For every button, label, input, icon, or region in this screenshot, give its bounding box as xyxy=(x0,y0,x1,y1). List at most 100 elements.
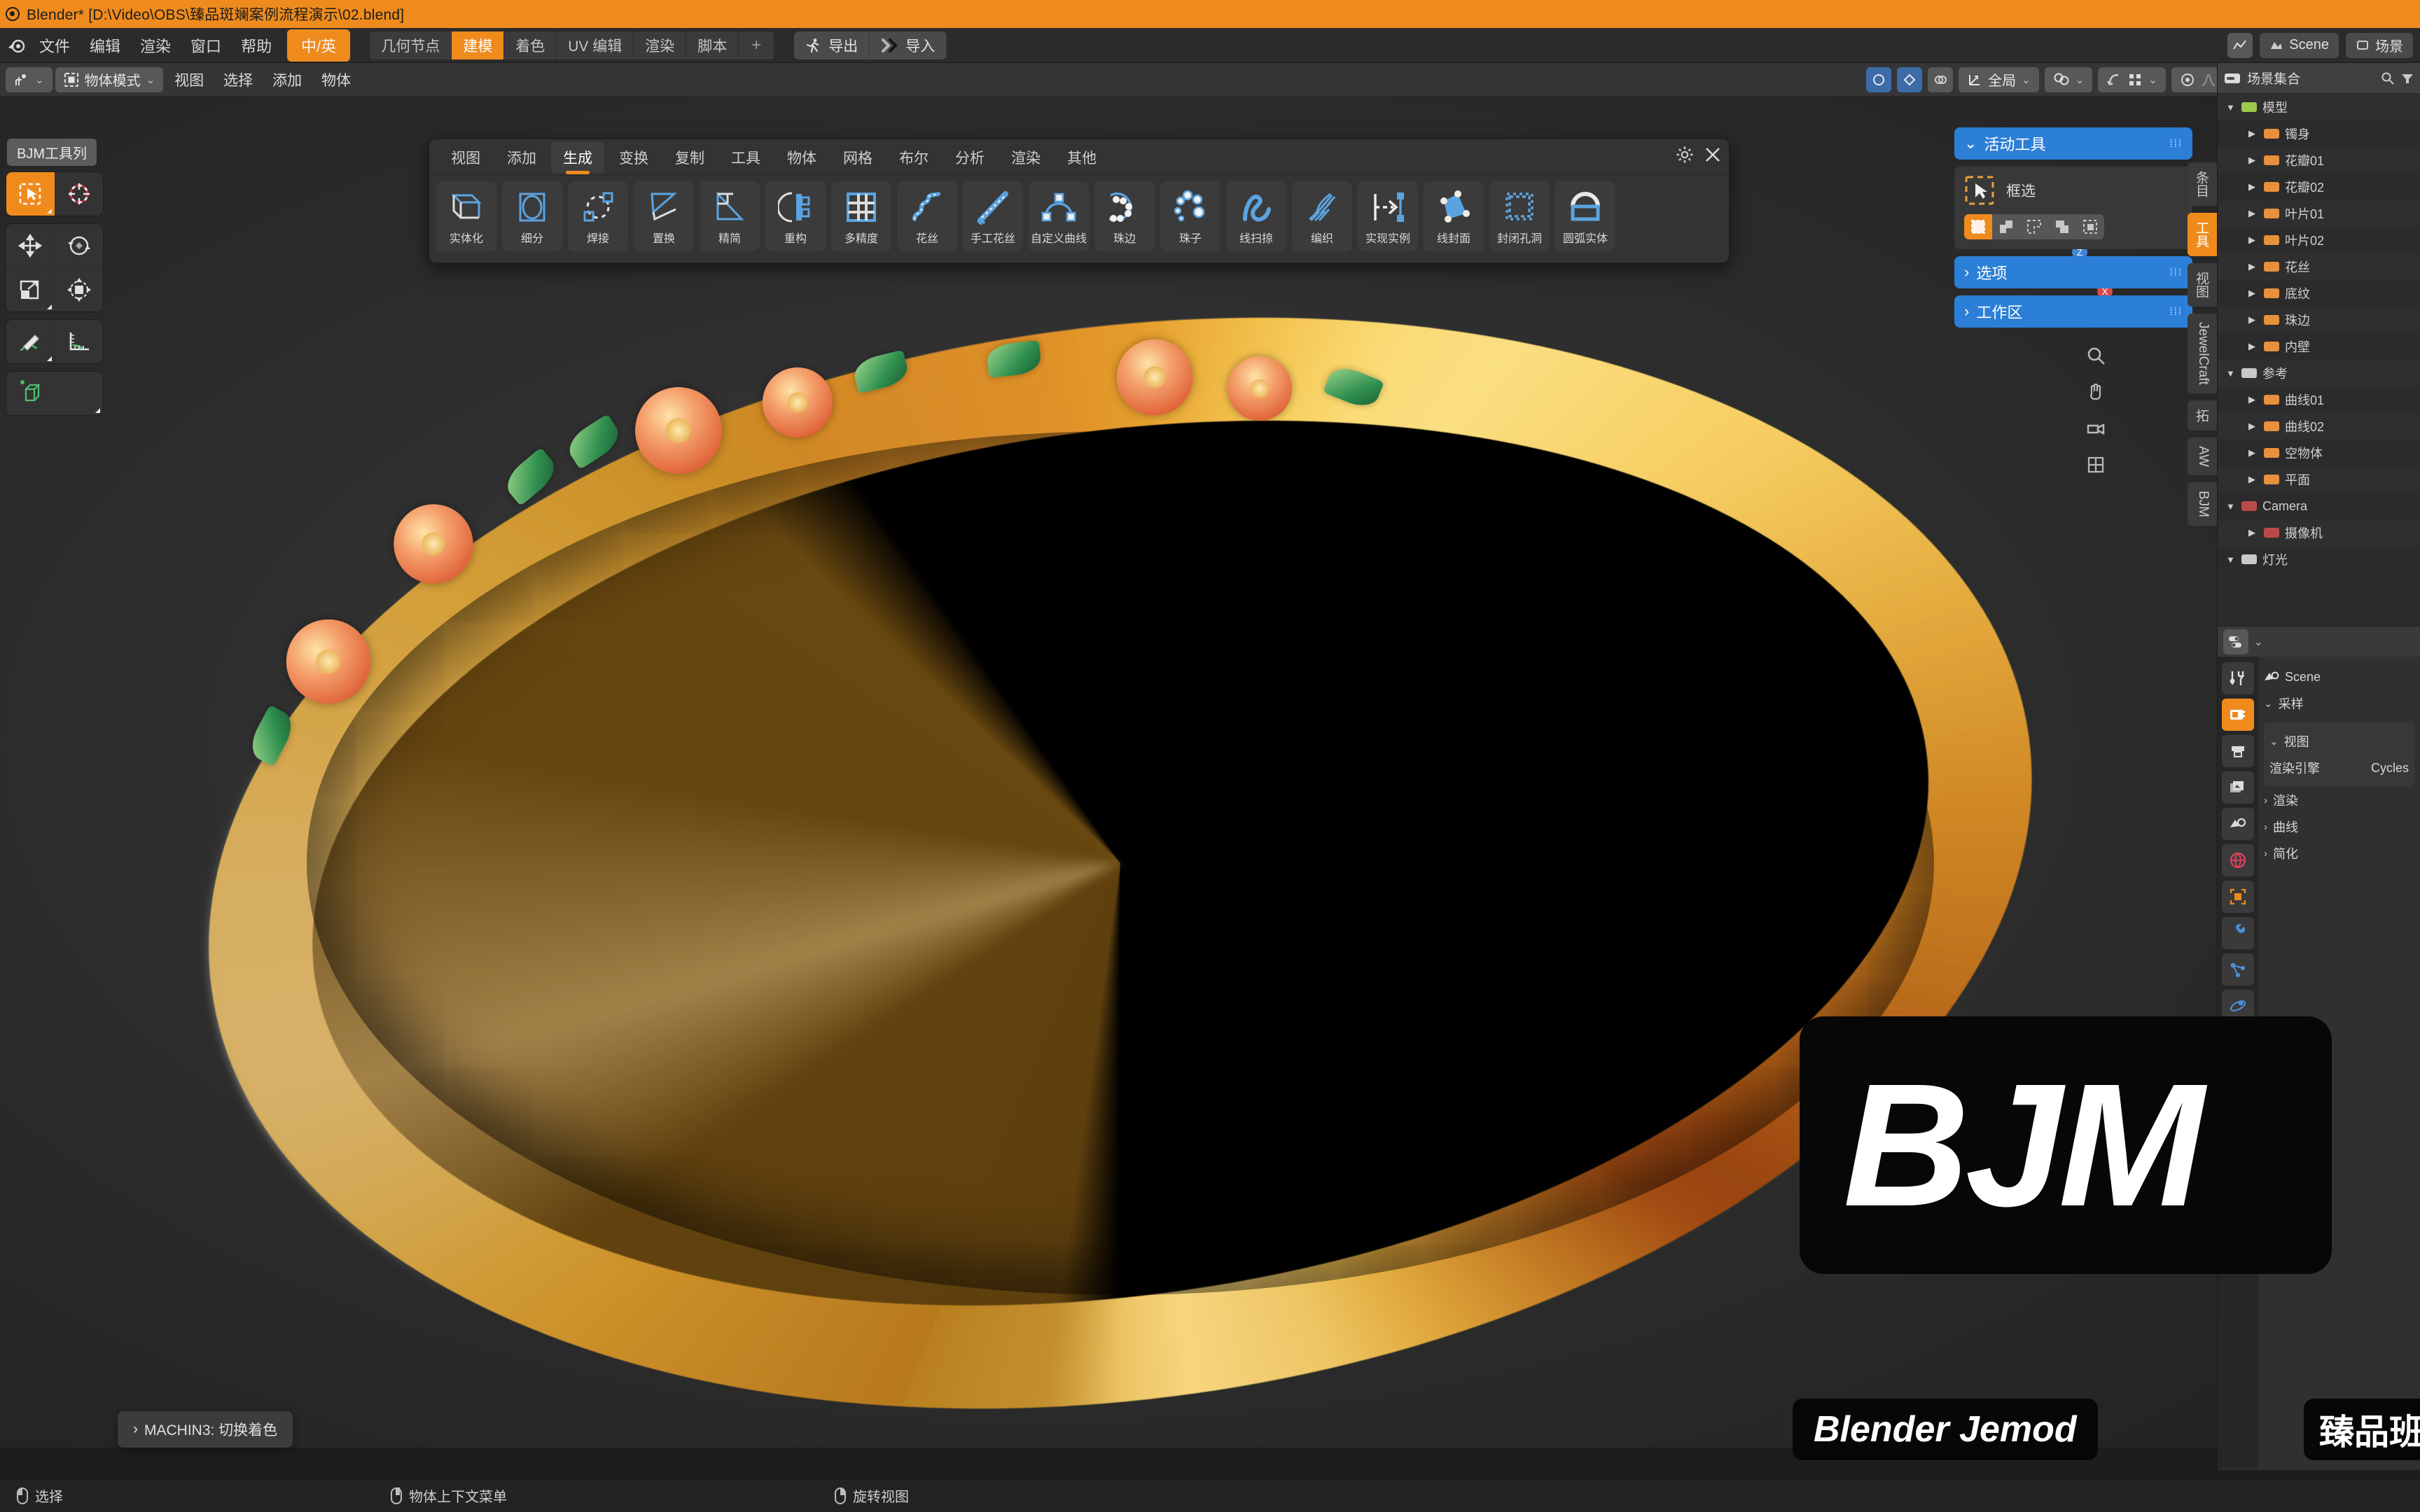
tool-select-box[interactable] xyxy=(6,172,55,216)
palette-tab-render[interactable]: 渲染 xyxy=(999,142,1052,173)
outliner-row[interactable]: ▶ 叶片02 xyxy=(2218,227,2420,253)
disclosure-triangle-icon[interactable]: ▶ xyxy=(2248,208,2258,219)
disclosure-triangle-icon[interactable]: ▶ xyxy=(2248,181,2258,192)
disclosure-triangle-icon[interactable]: ▶ xyxy=(2248,421,2258,432)
outliner-row[interactable]: ▶ 空物体 xyxy=(2218,440,2420,466)
npanel-tab-aw[interactable]: AW xyxy=(2188,437,2217,475)
palette-tab-other[interactable]: 其他 xyxy=(1055,142,1108,173)
properties-tab-viewlayer-icon[interactable] xyxy=(2222,771,2254,804)
menu-file[interactable]: 文件 xyxy=(29,30,80,61)
npanel-section-workspace[interactable]: › 工作区 ⁞⁞⁞ xyxy=(1954,295,2192,328)
operator-redo-panel[interactable]: › MACHIN3: 切换着色 xyxy=(118,1411,293,1448)
properties-engine-row[interactable]: 渲染引擎 Cycles xyxy=(2269,755,2409,781)
viewport-menu-view[interactable]: 视图 xyxy=(166,66,212,94)
pan-hand-icon[interactable] xyxy=(2085,382,2106,402)
viewport-menu-select[interactable]: 选择 xyxy=(215,66,261,94)
npanel-tab-bjm[interactable]: BJM xyxy=(2188,482,2217,526)
palette-tab-analysis[interactable]: 分析 xyxy=(943,142,996,173)
properties-tab-output-icon[interactable] xyxy=(2222,735,2254,767)
transform-orientation-selector[interactable]: 全局 ⌄ xyxy=(1959,66,2039,92)
palette-tool-arc-solid[interactable]: 圆弧实体 xyxy=(1555,181,1615,251)
outliner-row[interactable]: ▶ 珠边 xyxy=(2218,307,2420,333)
chevron-down-icon[interactable]: ⌄ xyxy=(2254,636,2263,648)
outliner-row[interactable]: ▼ 灯光 xyxy=(2218,546,2420,573)
outliner-row[interactable]: ▼ Camera xyxy=(2218,493,2420,519)
disclosure-triangle-icon[interactable]: ▶ xyxy=(2248,394,2258,405)
menu-edit[interactable]: 编辑 xyxy=(80,30,130,61)
select-invert-icon[interactable] xyxy=(2048,214,2076,239)
search-icon[interactable] xyxy=(2381,71,2395,85)
palette-tool-custom-curve[interactable]: 自定义曲线 xyxy=(1029,181,1089,251)
palette-tab-transform[interactable]: 变换 xyxy=(607,142,660,173)
language-toggle-button[interactable]: 中/英 xyxy=(287,29,351,62)
palette-tool-close-holes[interactable]: 封闭孔洞 xyxy=(1489,181,1550,251)
npanel-tab-item[interactable]: 条目 xyxy=(2188,162,2217,206)
workspace-add-button[interactable]: + xyxy=(739,31,775,59)
palette-tab-tools[interactable]: 工具 xyxy=(719,142,772,173)
outliner-row[interactable]: ▶ 内壁 xyxy=(2218,333,2420,360)
outliner-row[interactable]: ▶ 曲线01 xyxy=(2218,386,2420,413)
snap-selector[interactable]: ⌄ xyxy=(2044,66,2093,92)
chevron-right-icon[interactable]: › xyxy=(133,1421,138,1438)
properties-editor-type-icon[interactable] xyxy=(2223,629,2248,654)
properties-section-simplify[interactable]: › 简化 xyxy=(2264,840,2414,867)
disclosure-triangle-icon[interactable]: ▶ xyxy=(2248,288,2258,299)
outliner-row[interactable]: ▶ 摄像机 xyxy=(2218,519,2420,546)
tool-move[interactable] xyxy=(6,224,55,267)
outliner-row[interactable]: ▶ 叶片01 xyxy=(2218,200,2420,227)
properties-tab-render-icon[interactable] xyxy=(2222,699,2254,731)
camera-view-icon[interactable] xyxy=(2085,418,2106,439)
disclosure-triangle-icon[interactable]: ▶ xyxy=(2248,155,2258,166)
palette-tab-object[interactable]: 物体 xyxy=(775,142,828,173)
gear-icon[interactable] xyxy=(1676,146,1694,164)
palette-tool-displace[interactable]: 置换 xyxy=(634,181,694,251)
import-button[interactable]: 导入 xyxy=(870,31,947,59)
pivot-selector[interactable]: ⌄ xyxy=(2098,66,2166,92)
palette-tab-generate[interactable]: 生成 xyxy=(551,141,604,173)
palette-tool-subdivide[interactable]: 细分 xyxy=(502,181,562,251)
npanel-tab-topology[interactable]: 拓 xyxy=(2188,400,2217,430)
scene-selector[interactable]: Scene xyxy=(2260,32,2339,58)
workspace-tab-modeling[interactable]: 建模 xyxy=(452,31,505,59)
disclosure-triangle-icon[interactable]: ▶ xyxy=(2248,261,2258,272)
blender-menu-icon[interactable] xyxy=(4,33,29,58)
disclosure-triangle-icon[interactable]: ▶ xyxy=(2248,341,2258,352)
viewport-menu-object[interactable]: 物体 xyxy=(313,66,359,94)
select-subtract-icon[interactable] xyxy=(2020,214,2048,239)
properties-section-curves[interactable]: › 曲线 xyxy=(2264,813,2414,840)
outliner-row[interactable]: ▶ 底纹 xyxy=(2218,280,2420,307)
tool-transform[interactable] xyxy=(55,268,103,312)
disclosure-triangle-icon[interactable]: ▶ xyxy=(2248,234,2258,246)
disclosure-triangle-icon[interactable]: ▶ xyxy=(2248,314,2258,326)
npanel-section-options[interactable]: › 选项 ⁞⁞⁞ xyxy=(1954,256,2192,288)
npanel-tab-jewelcraft[interactable]: JewelCraft xyxy=(2188,314,2217,393)
select-set-icon[interactable] xyxy=(1964,214,1992,239)
menu-window[interactable]: 窗口 xyxy=(181,30,231,61)
outliner-icon[interactable] xyxy=(2223,71,2241,86)
interaction-mode-selector[interactable]: 物体模式 ⌄ xyxy=(55,66,164,92)
npanel-tab-view[interactable]: 视图 xyxy=(2188,263,2217,307)
menu-render[interactable]: 渲染 xyxy=(130,30,181,61)
editor-type-selector[interactable]: ⌄ xyxy=(6,66,53,92)
scene-statistics-icon[interactable] xyxy=(2227,32,2253,58)
properties-section-render[interactable]: › 渲染 xyxy=(2264,787,2414,813)
overlay-toggle-b-icon[interactable] xyxy=(1897,66,1923,92)
select-extend-icon[interactable] xyxy=(1992,214,2020,239)
tool-measure[interactable] xyxy=(55,320,103,363)
disclosure-triangle-icon[interactable]: ▼ xyxy=(2226,501,2236,512)
palette-tab-add[interactable]: 添加 xyxy=(495,142,548,173)
workspace-tab-uv-editing[interactable]: UV 编辑 xyxy=(557,31,634,59)
zoom-icon[interactable] xyxy=(2085,345,2106,366)
palette-tool-solidify[interactable]: 实体化 xyxy=(436,181,496,251)
tool-scale[interactable] xyxy=(6,268,55,312)
properties-tab-object-icon[interactable] xyxy=(2222,881,2254,913)
select-intersect-icon[interactable] xyxy=(2076,214,2104,239)
outliner-row[interactable]: ▶ 曲线02 xyxy=(2218,413,2420,440)
outliner-row[interactable]: ▶ 平面 xyxy=(2218,466,2420,493)
properties-section-view[interactable]: ⌄ 视图 xyxy=(2269,728,2409,755)
disclosure-triangle-icon[interactable]: ▶ xyxy=(2248,128,2258,139)
npanel-tab-tool[interactable]: 工具 xyxy=(2188,213,2217,256)
disclosure-triangle-icon[interactable]: ▶ xyxy=(2248,447,2258,458)
workspace-tab-shading[interactable]: 着色 xyxy=(504,31,557,59)
properties-section-sampling[interactable]: ⌄ 采样 xyxy=(2264,690,2414,717)
